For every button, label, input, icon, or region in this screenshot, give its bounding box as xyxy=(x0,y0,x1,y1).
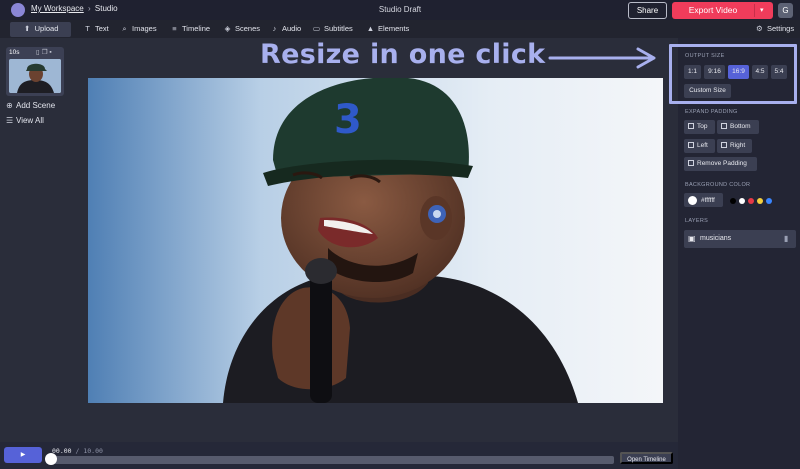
padding-right-icon xyxy=(721,142,727,148)
padding-top-icon xyxy=(688,123,694,129)
scene-actions: ▯❐▪ xyxy=(36,48,54,56)
share-button[interactable]: Share xyxy=(628,2,667,19)
tool-elements-label: Elements xyxy=(378,24,410,33)
delete-layer-trash-icon[interactable]: ▮ xyxy=(784,234,788,243)
trash-icon[interactable]: ▪ xyxy=(49,49,53,56)
scene-thumbnail-image xyxy=(9,59,61,93)
tool-text[interactable]: T Text xyxy=(83,22,109,36)
padding-left-label: Left xyxy=(697,142,708,149)
background-color-heading: BACKGROUND COLOR xyxy=(685,182,751,188)
padding-right-label: Right xyxy=(730,142,746,149)
layers-icon: ◈ xyxy=(224,24,231,33)
timeline-icon: ≡ xyxy=(172,24,177,33)
swatch-red[interactable] xyxy=(748,198,754,204)
swatch-yellow[interactable] xyxy=(757,198,763,204)
padding-bottom-label: Bottom xyxy=(730,123,751,130)
tool-audio-label: Audio xyxy=(282,24,302,33)
padding-top-button[interactable]: Top xyxy=(684,120,715,134)
layer-name: musicians xyxy=(700,235,732,242)
padding-left-icon xyxy=(688,142,694,148)
total-time: 10.00 xyxy=(83,447,103,455)
export-options-chevron-icon[interactable]: ▾ xyxy=(760,2,764,19)
layer-item[interactable]: ▣ musicians ▮ xyxy=(684,230,796,248)
padding-bottom-icon xyxy=(721,123,727,129)
tool-text-label: Text xyxy=(95,24,109,33)
padding-right-button[interactable]: Right xyxy=(717,139,752,153)
tool-elements[interactable]: ▲ Elements xyxy=(366,22,409,36)
tool-subtitles-label: Subtitles xyxy=(324,24,353,33)
view-all-label: View All xyxy=(16,116,44,125)
annotation-arrow-icon xyxy=(548,47,656,69)
tool-images-label: Images xyxy=(132,24,157,33)
tool-scenes[interactable]: ◈ Scenes xyxy=(223,22,260,36)
settings-label: Settings xyxy=(767,24,795,33)
export-divider xyxy=(754,4,755,17)
scene-duration[interactable]: 10s xyxy=(9,49,19,56)
tool-timeline[interactable]: ≡ Timeline xyxy=(170,22,210,36)
upload-button[interactable]: ⬆ Upload xyxy=(10,22,71,37)
annotation-headline: Resize in one click xyxy=(260,39,546,70)
output-size-highlight xyxy=(669,44,797,104)
video-canvas[interactable]: 3 xyxy=(88,78,663,403)
padding-left-button[interactable]: Left xyxy=(684,139,715,153)
export-video-label[interactable]: Export Video xyxy=(672,2,754,19)
music-note-icon: ♪ xyxy=(272,24,277,33)
tool-timeline-label: Timeline xyxy=(182,24,211,33)
swatch-black[interactable] xyxy=(730,198,736,204)
remove-padding-label: Remove Padding xyxy=(697,160,747,167)
swatch-blue[interactable] xyxy=(766,198,772,204)
elements-icon: ▲ xyxy=(366,24,375,33)
subtitles-icon: ▭ xyxy=(312,24,321,33)
tool-scenes-label: Scenes xyxy=(235,24,261,33)
tool-images[interactable]: ⌕ Images xyxy=(120,22,157,36)
plus-circle-icon: ⊕ xyxy=(6,101,13,110)
open-timeline-button[interactable]: Open Timeline xyxy=(620,452,673,464)
expand-padding-heading: EXPAND PADDING xyxy=(685,109,738,115)
timeline-scrubber-handle[interactable] xyxy=(45,453,57,465)
add-scene-label: Add Scene xyxy=(16,101,56,110)
background-color-hex[interactable]: #ffffff xyxy=(701,197,715,204)
tool-audio[interactable]: ♪ Audio xyxy=(270,22,302,36)
padding-top-label: Top xyxy=(697,123,708,130)
background-color-swatch[interactable] xyxy=(688,196,697,205)
settings-button[interactable]: ⚙ Settings xyxy=(755,22,794,36)
remove-padding-icon xyxy=(688,160,694,166)
list-icon: ☰ xyxy=(6,116,14,125)
user-avatar[interactable]: G xyxy=(778,3,793,18)
export-video-button[interactable]: Export Video ▾ xyxy=(672,2,773,19)
image-icon: ▣ xyxy=(688,234,696,243)
editor-toolbar: ⬆ Upload T Text ⌕ Images ≡ Timeline ◈ Scenes … xyxy=(0,20,800,38)
remove-padding-button[interactable]: Remove Padding xyxy=(684,157,757,171)
text-icon: T xyxy=(85,24,90,33)
timeline-scrubber-track[interactable] xyxy=(46,456,614,464)
top-bar: My Workspace › Studio Studio Draft Share… xyxy=(0,0,800,20)
layers-heading: LAYERS xyxy=(685,218,709,224)
time-separator: / xyxy=(71,447,84,455)
musician-photo: 3 xyxy=(88,78,663,403)
gear-icon: ⚙ xyxy=(756,24,763,33)
upload-icon: ⬆ xyxy=(23,24,31,33)
scene-thumbnail[interactable] xyxy=(9,59,61,93)
swatch-white[interactable] xyxy=(739,198,745,204)
svg-text:3: 3 xyxy=(334,97,362,143)
scene-card[interactable]: 10s ▯❐▪ xyxy=(6,47,64,96)
time-readout: 00.00 / 10.00 xyxy=(52,447,103,455)
upload-label: Upload xyxy=(34,24,59,33)
view-all-button[interactable]: ☰ View All xyxy=(6,116,44,125)
search-icon: ⌕ xyxy=(122,24,127,33)
play-button[interactable]: ▶ xyxy=(4,447,42,463)
tool-subtitles[interactable]: ▭ Subtitles xyxy=(312,22,353,36)
padding-bottom-button[interactable]: Bottom xyxy=(717,120,759,134)
add-scene-button[interactable]: ⊕ Add Scene xyxy=(6,101,55,110)
